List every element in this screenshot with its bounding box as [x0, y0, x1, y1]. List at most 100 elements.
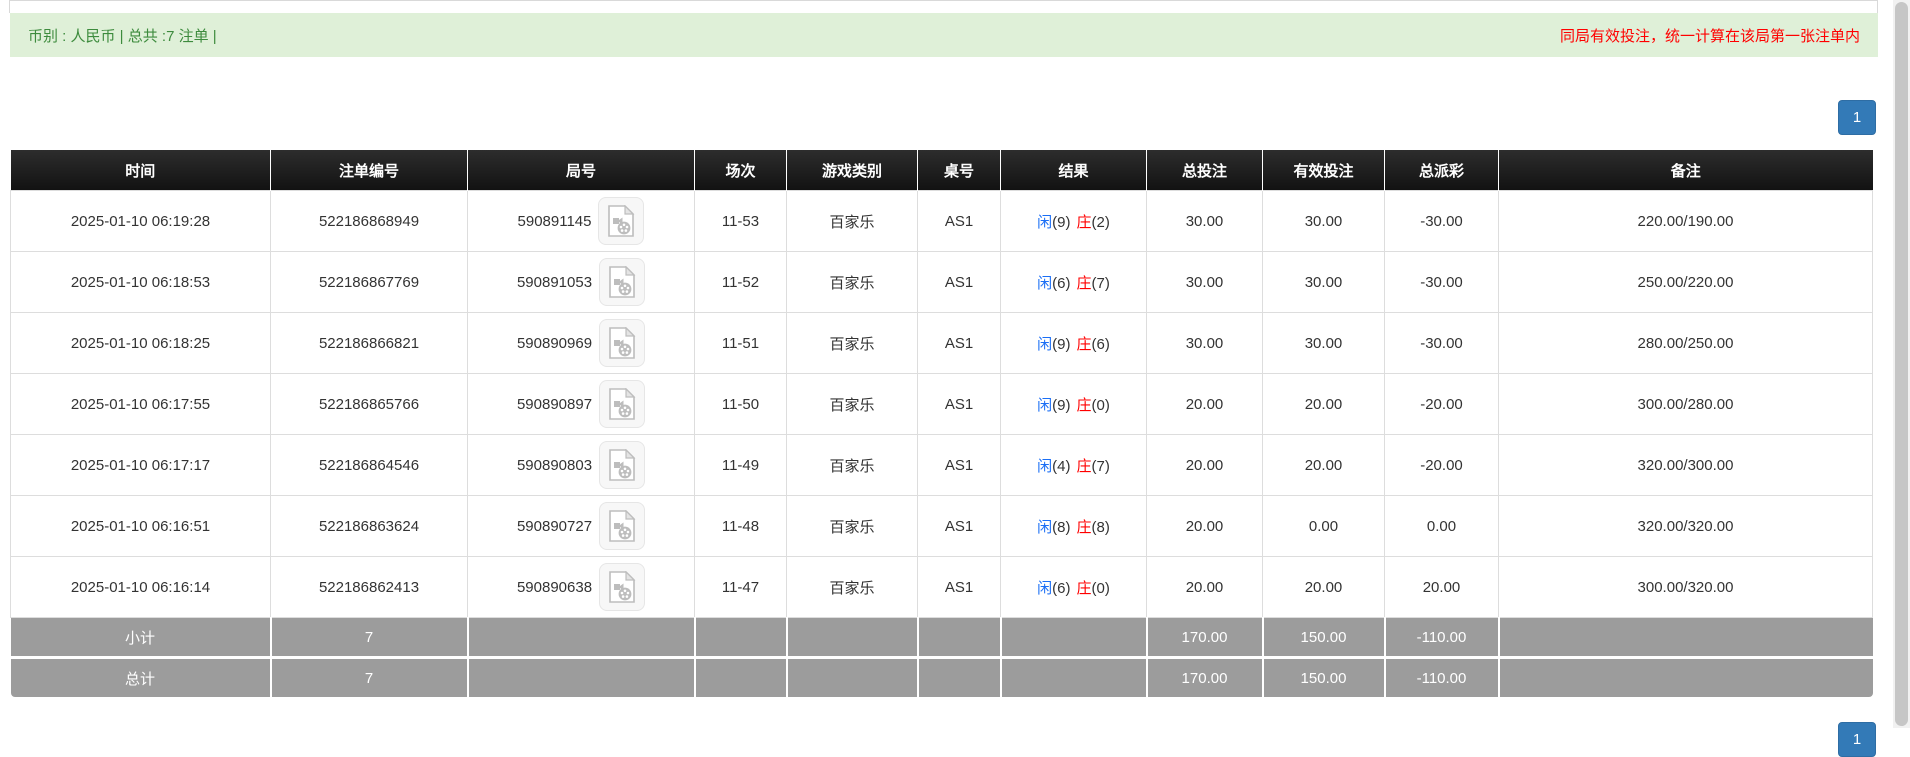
cell-session: 11-47	[695, 557, 787, 618]
scrollbar-thumb[interactable]	[1895, 2, 1908, 726]
bet-records-table-wrap: 时间 注单编号 局号 场次 游戏类别 桌号 结果 总投注 有效投注 总派彩 备注…	[10, 150, 1873, 697]
total-valid-bet: 150.00	[1263, 658, 1385, 698]
cell-session: 11-50	[695, 374, 787, 435]
cell-result: 闲(8)庄(8)	[1001, 496, 1147, 557]
cell-result: 闲(9)庄(6)	[1001, 313, 1147, 374]
cell-payout: -20.00	[1385, 435, 1499, 496]
cell-payout: -30.00	[1385, 313, 1499, 374]
container-top-border	[9, 0, 1878, 13]
round-number: 590890897	[517, 396, 592, 413]
table-row: 2025-01-10 06:18:53 522186867769 5908910…	[11, 252, 1873, 313]
header-table-no: 桌号	[918, 150, 1001, 191]
result-banker-label: 庄	[1077, 519, 1092, 536]
cell-game-type: 百家乐	[787, 557, 918, 618]
cell-valid-bet: 0.00	[1263, 496, 1385, 557]
cell-round-no: 590890727	[468, 496, 694, 556]
cell-total-bet[interactable]: 30.00	[1147, 252, 1263, 313]
cell-bet-id: 522186867769	[271, 252, 468, 313]
valid-bet-notice: 同局有效投注，统一计算在该局第一张注单内	[1560, 25, 1860, 46]
result-banker-label: 庄	[1077, 214, 1092, 231]
cell-bet-id: 522186864546	[271, 435, 468, 496]
cell-payout: -30.00	[1385, 191, 1499, 252]
cell-payout: -30.00	[1385, 252, 1499, 313]
video-record-icon	[608, 388, 636, 420]
cell-payout: 0.00	[1385, 496, 1499, 557]
table-row: 2025-01-10 06:16:51 522186863624 5908907…	[11, 496, 1873, 557]
cell-session: 11-48	[695, 496, 787, 557]
cell-round-no: 590890897	[468, 374, 694, 434]
result-banker-score: (7)	[1092, 275, 1110, 292]
cell-table-no: AS1	[918, 252, 1001, 313]
cell-result: 闲(9)庄(2)	[1001, 191, 1147, 252]
result-banker-label: 庄	[1077, 458, 1092, 475]
cell-game-type: 百家乐	[787, 191, 918, 252]
video-record-button[interactable]	[599, 563, 645, 611]
pagination-page-1-top[interactable]: 1	[1838, 100, 1876, 135]
cell-round-no: 590890803	[468, 435, 694, 495]
video-record-button[interactable]	[599, 441, 645, 489]
cell-game-type: 百家乐	[787, 252, 918, 313]
cell-total-bet[interactable]: 30.00	[1147, 191, 1263, 252]
table-row: 2025-01-10 06:17:17 522186864546 5908908…	[11, 435, 1873, 496]
result-player-label: 闲	[1037, 214, 1052, 231]
round-number: 590890638	[517, 579, 592, 596]
total-label: 总计	[11, 658, 271, 698]
cell-payout: -20.00	[1385, 374, 1499, 435]
header-total-bet: 总投注	[1147, 150, 1263, 191]
result-player-score: (9)	[1052, 397, 1070, 414]
video-record-button[interactable]	[599, 502, 645, 550]
video-record-icon	[608, 327, 636, 359]
round-number: 590890727	[517, 518, 592, 535]
cell-session: 11-49	[695, 435, 787, 496]
vertical-scrollbar[interactable]	[1893, 0, 1910, 728]
video-record-icon	[608, 449, 636, 481]
cell-remark: 320.00/320.00	[1499, 496, 1873, 557]
cell-bet-id: 522186868949	[271, 191, 468, 252]
video-record-button[interactable]	[598, 197, 644, 245]
result-player-score: (9)	[1052, 336, 1070, 353]
total-row: 总计 7 170.00 150.00 -110.00	[11, 658, 1873, 698]
total-total-bet: 170.00	[1147, 658, 1263, 698]
header-remark: 备注	[1499, 150, 1873, 191]
cell-table-no: AS1	[918, 496, 1001, 557]
round-number: 590891053	[517, 274, 592, 291]
result-banker-score: (0)	[1092, 397, 1110, 414]
cell-bet-id: 522186862413	[271, 557, 468, 618]
table-body: 2025-01-10 06:19:28 522186868949 5908911…	[11, 191, 1873, 618]
result-player-label: 闲	[1037, 336, 1052, 353]
cell-remark: 280.00/250.00	[1499, 313, 1873, 374]
cell-table-no: AS1	[918, 374, 1001, 435]
video-record-button[interactable]	[599, 319, 645, 367]
header-game-type: 游戏类别	[787, 150, 918, 191]
cell-round-no: 590890969	[468, 313, 694, 373]
cell-valid-bet: 20.00	[1263, 557, 1385, 618]
cell-time: 2025-01-10 06:17:17	[11, 435, 271, 496]
cell-total-bet[interactable]: 20.00	[1147, 435, 1263, 496]
cell-table-no: AS1	[918, 313, 1001, 374]
cell-time: 2025-01-10 06:16:14	[11, 557, 271, 618]
cell-time: 2025-01-10 06:18:25	[11, 313, 271, 374]
cell-remark: 320.00/300.00	[1499, 435, 1873, 496]
cell-remark: 300.00/320.00	[1499, 557, 1873, 618]
cell-valid-bet: 20.00	[1263, 435, 1385, 496]
result-banker-score: (8)	[1092, 519, 1110, 536]
header-session: 场次	[695, 150, 787, 191]
currency-summary-bar: 币别 : 人民币 | 总共 :7 注单 | 同局有效投注，统一计算在该局第一张注…	[10, 13, 1878, 57]
result-banker-score: (0)	[1092, 580, 1110, 597]
header-result: 结果	[1001, 150, 1147, 191]
result-banker-score: (2)	[1092, 214, 1110, 231]
pagination-page-1-bottom[interactable]: 1	[1838, 722, 1876, 757]
result-player-score: (6)	[1052, 580, 1070, 597]
video-record-button[interactable]	[599, 258, 645, 306]
cell-result: 闲(4)庄(7)	[1001, 435, 1147, 496]
cell-total-bet[interactable]: 20.00	[1147, 496, 1263, 557]
cell-total-bet[interactable]: 20.00	[1147, 374, 1263, 435]
cell-session: 11-51	[695, 313, 787, 374]
video-record-button[interactable]	[599, 380, 645, 428]
cell-remark: 250.00/220.00	[1499, 252, 1873, 313]
cell-round-no: 590891053	[468, 252, 694, 312]
header-bet-id: 注单编号	[271, 150, 468, 191]
cell-total-bet[interactable]: 20.00	[1147, 557, 1263, 618]
round-number: 590890969	[517, 335, 592, 352]
cell-total-bet[interactable]: 30.00	[1147, 313, 1263, 374]
